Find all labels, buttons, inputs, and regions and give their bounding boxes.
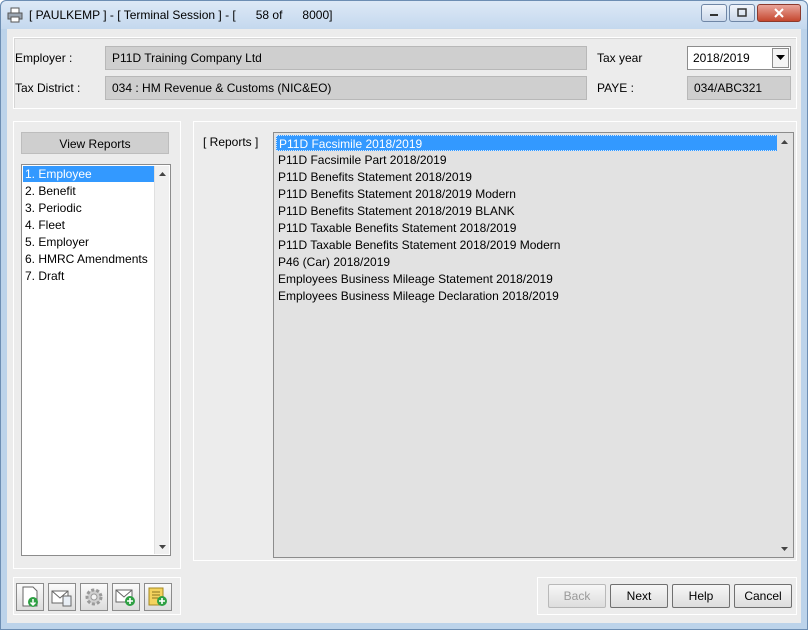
help-button[interactable]: Help [672,584,730,608]
category-item-hmrc-amendments[interactable]: 6. HMRC Amendments [23,251,154,267]
tax-year-select[interactable]: 2018/2019 [687,46,791,70]
employer-field: P11D Training Company Ltd [105,46,587,70]
scroll-down-icon[interactable] [155,539,170,554]
scroll-down-icon[interactable] [777,541,792,556]
category-item-employee[interactable]: 1. Employee [23,166,154,182]
back-button[interactable]: Back [548,584,606,608]
close-icon [774,8,784,18]
category-item-fleet[interactable]: 4. Fleet [23,217,154,233]
report-item[interactable]: P11D Taxable Benefits Statement 2018/201… [276,220,778,236]
settings-gear-icon [85,588,103,606]
view-reports-button[interactable]: View Reports [21,132,169,154]
paye-label: PAYE : [597,81,634,95]
scroll-up-icon[interactable] [155,166,170,181]
report-list[interactable]: P11D Facsimile 2018/2019 P11D Facsimile … [273,132,794,558]
category-scrollbar[interactable] [154,166,169,554]
client-area: Employer : P11D Training Company Ltd Tax… [7,29,801,623]
report-item[interactable]: P11D Taxable Benefits Statement 2018/201… [276,237,778,253]
close-button[interactable] [757,4,801,22]
document-download-icon [22,586,38,607]
maximize-button[interactable] [729,4,755,22]
report-item[interactable]: P11D Benefits Statement 2018/2019 BLANK [276,203,778,219]
window-title: [ PAULKEMP ] - [ Terminal Session ] - [ … [29,8,333,22]
chevron-down-icon[interactable] [772,48,789,68]
mail-add-icon [115,589,135,606]
mail-document-icon [51,590,72,607]
employer-label: Employer : [15,51,73,65]
category-item-benefit[interactable]: 2. Benefit [23,183,154,199]
report-item[interactable]: P11D Benefits Statement 2018/2019 [276,169,778,185]
tax-district-label: Tax District : [15,81,81,95]
notes-add-icon [148,587,167,606]
settings-button[interactable] [80,583,108,611]
tax-year-label: Tax year [597,51,643,65]
category-item-employer[interactable]: 5. Employer [23,234,154,250]
reports-label: [ Reports ] [203,135,259,149]
minimize-icon [710,14,718,16]
report-item[interactable]: P11D Facsimile Part 2018/2019 [276,152,778,168]
tax-district-field: 034 : HM Revenue & Customs (NIC&EO) [105,76,587,100]
report-category-list[interactable]: 1. Employee 2. Benefit 3. Periodic 4. Fl… [21,164,171,556]
minimize-button[interactable] [701,4,727,22]
paye-field: 034/ABC321 [687,76,791,100]
report-scrollbar[interactable] [777,134,792,556]
add-note-button[interactable] [144,583,172,611]
app-window: [ PAULKEMP ] - [ Terminal Session ] - [ … [0,0,808,630]
category-item-draft[interactable]: 7. Draft [23,268,154,284]
report-item[interactable]: Employees Business Mileage Statement 201… [276,271,778,287]
report-item[interactable]: P46 (Car) 2018/2019 [276,254,778,270]
report-item[interactable]: P11D Facsimile 2018/2019 [276,135,778,151]
email-report-button[interactable] [48,583,76,611]
report-item[interactable]: P11D Benefits Statement 2018/2019 Modern [276,186,778,202]
cancel-button[interactable]: Cancel [734,584,792,608]
title-bar[interactable]: [ PAULKEMP ] - [ Terminal Session ] - [ … [1,1,807,29]
tax-year-value: 2018/2019 [693,51,750,65]
maximize-icon [737,8,747,17]
export-document-button[interactable] [16,583,44,611]
add-email-button[interactable] [112,583,140,611]
report-item[interactable]: Employees Business Mileage Declaration 2… [276,288,778,304]
printer-icon [7,7,23,23]
scroll-up-icon[interactable] [777,134,792,149]
category-item-periodic[interactable]: 3. Periodic [23,200,154,216]
next-button[interactable]: Next [610,584,668,608]
